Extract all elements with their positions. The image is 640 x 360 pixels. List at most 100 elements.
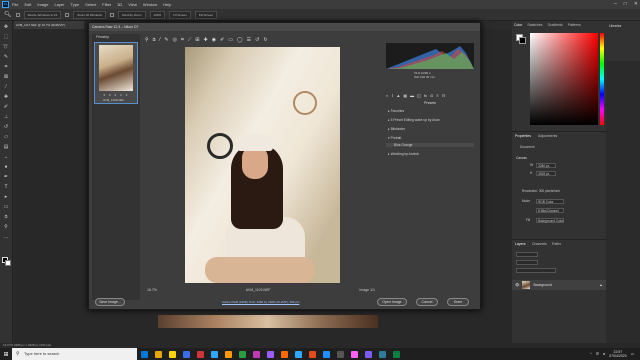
straighten-icon[interactable]: ⟋: [188, 37, 192, 43]
taskbar-app-icon[interactable]: [193, 348, 207, 360]
image-preview[interactable]: [185, 47, 340, 283]
taskbar-app-icon[interactable]: [347, 348, 361, 360]
color-sampler-icon[interactable]: ✎: [164, 37, 168, 43]
tab-gradients[interactable]: Gradients: [548, 23, 563, 27]
taskbar-app-icon[interactable]: [291, 348, 305, 360]
preset-group-portrait[interactable]: ▾ Portrait: [388, 136, 401, 140]
taskbar-app-icon[interactable]: [361, 348, 375, 360]
tab-layers[interactable]: Layers: [515, 242, 526, 246]
zoom-icon[interactable]: ⚲: [145, 37, 149, 43]
split-toning-tab-icon[interactable]: ▬: [410, 93, 414, 98]
calibration-tab-icon[interactable]: ⊙: [430, 93, 433, 98]
workflow-options-link[interactable]: Adobe RGB (1998); 8 bit; 3280 by 4928 (1…: [222, 300, 299, 304]
menu-edit[interactable]: Edit: [24, 2, 31, 7]
taskbar-app-icon[interactable]: [221, 348, 235, 360]
color-field[interactable]: [530, 33, 598, 125]
menu-3d[interactable]: 3D: [117, 2, 122, 7]
lasso-tool-icon[interactable]: ➰: [2, 43, 11, 51]
crop-icon[interactable]: ⌗: [181, 37, 184, 43]
eyedropper-tool-icon[interactable]: ⁄: [2, 83, 11, 91]
fit-screen-button[interactable]: Fit Screen: [169, 10, 191, 19]
taskbar-app-icon[interactable]: [165, 348, 179, 360]
tab-paths[interactable]: Paths: [552, 242, 561, 246]
scrubby-zoom-checkbox[interactable]: [110, 12, 114, 17]
menu-file[interactable]: File: [12, 2, 18, 7]
layer-filter-select[interactable]: [516, 252, 538, 257]
taskbar-app-icon[interactable]: [249, 348, 263, 360]
more-tools-icon[interactable]: …: [2, 233, 11, 241]
rotate-left-icon[interactable]: ↺: [255, 37, 259, 43]
taskbar-app-icon[interactable]: [305, 348, 319, 360]
menu-type[interactable]: Type: [71, 2, 80, 7]
taskbar-app-icon[interactable]: [179, 348, 193, 360]
menu-image[interactable]: Image: [37, 2, 48, 7]
tab-properties[interactable]: Properties: [515, 134, 531, 138]
rotate-right-icon[interactable]: ↻: [263, 37, 267, 43]
filmstrip-thumbnail[interactable]: ★ ★ ★ ★ ★ AVM_1109.NEF: [94, 42, 138, 104]
red-eye-icon[interactable]: ◉: [212, 37, 216, 43]
basic-tab-icon[interactable]: ◐: [386, 93, 388, 98]
path-select-tool-icon[interactable]: ▸: [2, 193, 11, 201]
thumbnail-rating[interactable]: ★ ★ ★ ★ ★: [103, 93, 129, 97]
taskbar-app-icon[interactable]: [207, 348, 221, 360]
menu-filter[interactable]: Filter: [102, 2, 111, 7]
tab-libraries[interactable]: Libraries: [609, 24, 621, 28]
gradient-tool-icon[interactable]: ▤: [2, 143, 11, 151]
menu-layer[interactable]: Layer: [54, 2, 64, 7]
hue-slider[interactable]: [600, 33, 604, 125]
fill-screen-button[interactable]: Fill Screen: [194, 10, 218, 19]
taskbar-app-icon[interactable]: [277, 348, 291, 360]
hand-tool-icon[interactable]: ✋︎: [2, 213, 11, 221]
minimize-icon[interactable]: –: [614, 1, 617, 7]
close-icon[interactable]: ✕: [634, 1, 638, 7]
presets-tab-icon[interactable]: ≡: [436, 93, 438, 98]
adjustment-brush-icon[interactable]: ✐: [220, 37, 224, 43]
resize-windows-option[interactable]: Resize Windows to Fit: [23, 10, 62, 19]
maximize-icon[interactable]: □: [624, 1, 627, 7]
chevron-up-icon[interactable]: ^: [590, 352, 592, 356]
zoom-tool-icon[interactable]: 🔍︎: [4, 11, 12, 18]
targeted-adjust-icon[interactable]: ◎: [173, 37, 177, 43]
visibility-eye-icon[interactable]: 👁︎: [515, 283, 519, 287]
marquee-tool-icon[interactable]: ⬚: [2, 33, 11, 41]
graduated-filter-icon[interactable]: ▭: [228, 37, 233, 43]
dodge-tool-icon[interactable]: ●: [2, 163, 11, 171]
fill-select[interactable]: Background Color: [536, 218, 564, 223]
taskbar-app-icon[interactable]: [319, 348, 333, 360]
radial-filter-icon[interactable]: ◯: [237, 37, 243, 43]
frame-tool-icon[interactable]: ⊠: [2, 73, 11, 81]
menu-help[interactable]: Help: [163, 2, 171, 7]
save-image-button[interactable]: Save Image...: [95, 298, 125, 306]
zoom-level[interactable]: 16.7%: [147, 288, 157, 292]
clone-stamp-tool-icon[interactable]: ⊥: [2, 113, 11, 121]
type-tool-icon[interactable]: T: [2, 183, 11, 191]
lens-tab-icon[interactable]: ◫: [417, 93, 421, 98]
zoom-100-button[interactable]: 100%: [149, 10, 166, 19]
zoom-tool-icon[interactable]: ⚲: [2, 223, 11, 231]
move-tool-icon[interactable]: ✥: [2, 23, 11, 31]
tab-swatches[interactable]: Swatches: [527, 23, 542, 27]
cancel-button[interactable]: Cancel: [416, 298, 438, 306]
quick-select-tool-icon[interactable]: ✎: [2, 53, 11, 61]
done-button[interactable]: Done: [447, 298, 469, 306]
tab-adjustments[interactable]: Adjustments: [538, 134, 557, 138]
eraser-tool-icon[interactable]: ▱: [2, 133, 11, 141]
taskbar-app-icon[interactable]: [137, 348, 151, 360]
white-balance-icon[interactable]: ⁄: [160, 37, 161, 43]
preset-group-wake-up[interactable]: ▸ 5 Preset Editing wake up by Avan: [388, 118, 440, 122]
taskbar-search[interactable]: ⚲ Type here to search: [12, 348, 137, 360]
volume-icon[interactable]: 🔊︎: [603, 352, 605, 356]
document-tab[interactable]: AVM_1117.NEF @ 16.7% (RGB/16*): [14, 21, 84, 29]
resize-windows-checkbox[interactable]: [15, 12, 20, 17]
crop-tool-icon[interactable]: ⌗: [2, 63, 11, 71]
width-field[interactable]: 3280 px: [536, 163, 556, 168]
snapshots-tab-icon[interactable]: ☷: [442, 93, 446, 98]
shape-tool-icon[interactable]: ▭: [2, 203, 11, 211]
preset-blue-orange[interactable]: Blue Orange: [386, 143, 474, 147]
preferences-icon[interactable]: ☰: [247, 37, 251, 43]
taskbar-app-icon[interactable]: [333, 348, 347, 360]
blend-mode-select[interactable]: [516, 260, 538, 265]
zoom-all-windows-option[interactable]: Zoom All Windows: [73, 10, 106, 19]
mode-select[interactable]: RGB Color: [536, 199, 564, 204]
notifications-icon[interactable]: ▭: [631, 352, 634, 356]
